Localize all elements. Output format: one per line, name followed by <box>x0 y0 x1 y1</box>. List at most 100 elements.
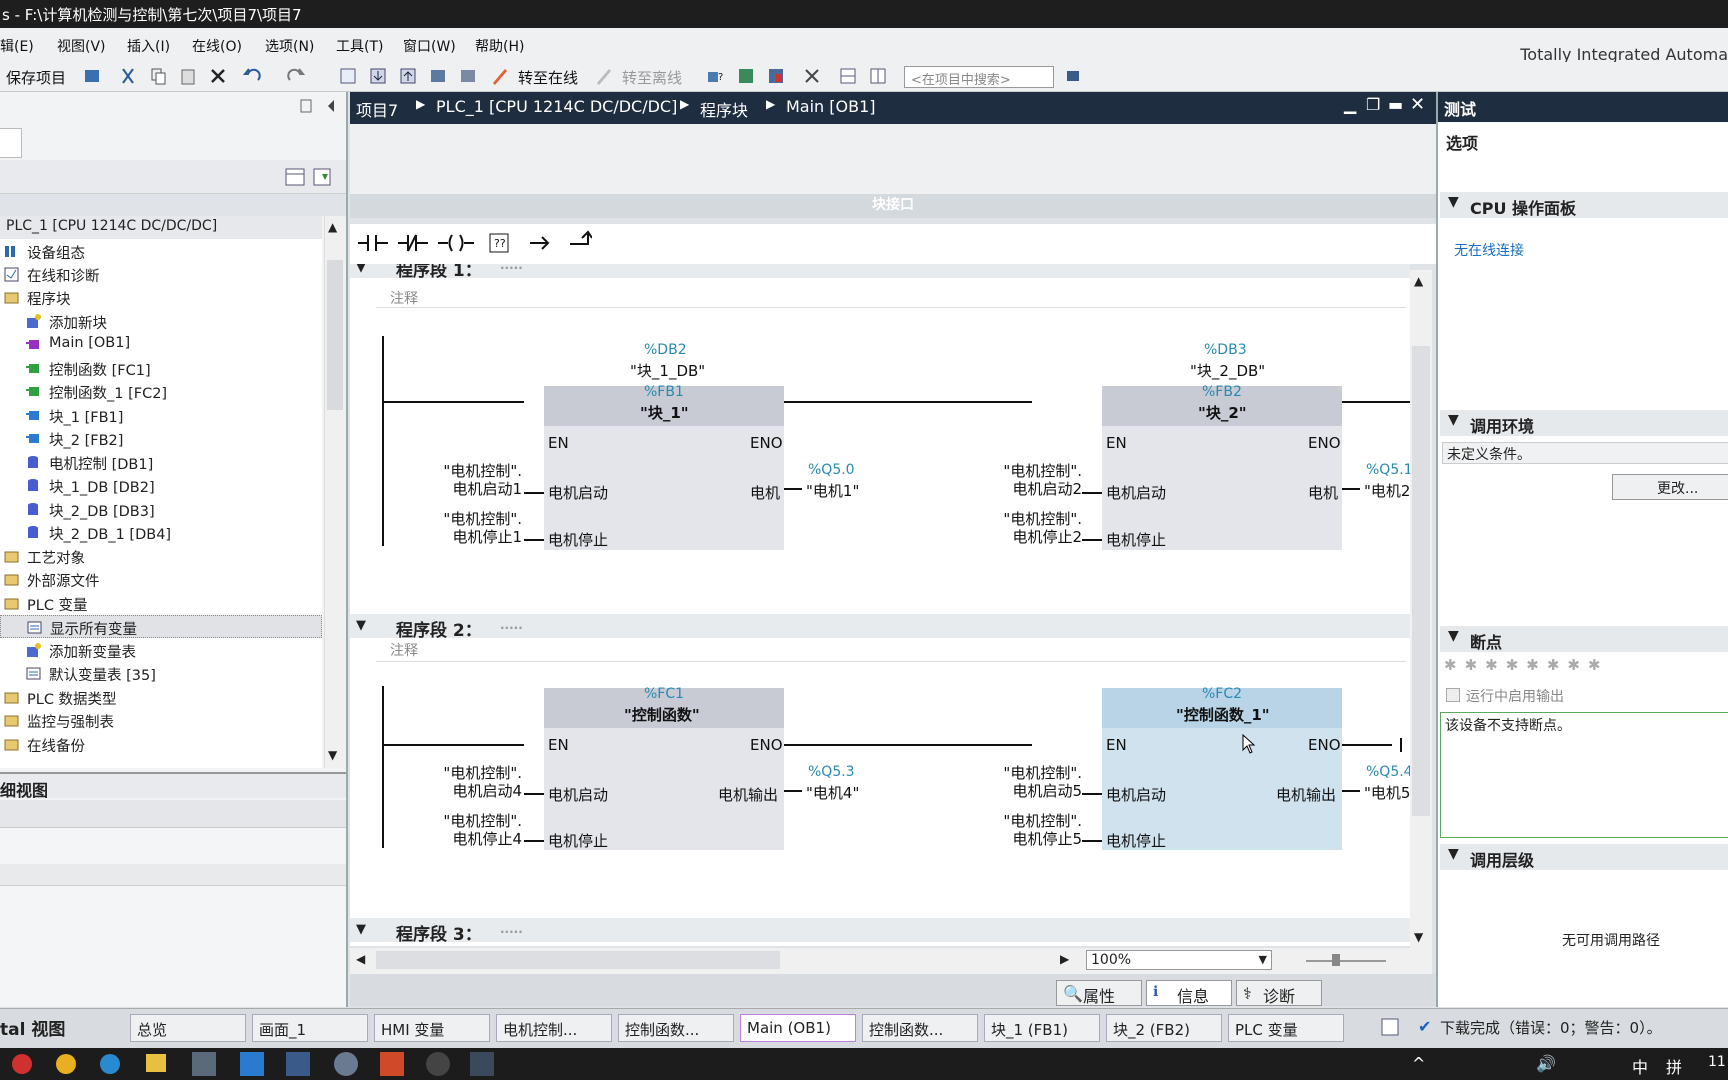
scroll-down-icon[interactable]: ▼ <box>328 748 337 762</box>
tree-item-plc-tags[interactable]: PLC 变量 <box>0 592 322 615</box>
tree-item-db1[interactable]: 电机控制 [DB1] <box>0 451 322 474</box>
ime-mode[interactable]: 中 <box>1632 1054 1648 1078</box>
block-instance-db-name[interactable]: "块_1_DB" <box>630 360 705 381</box>
fb2-block[interactable]: %FB2 "块_2" EN ENO 电机启动 电机停止 电机 <box>1102 384 1342 550</box>
collapse-icon[interactable]: ▼ <box>356 922 366 937</box>
volume-icon[interactable]: 🔊 <box>1536 1054 1556 1073</box>
redo-icon[interactable] <box>286 66 306 86</box>
breadcrumb-plc[interactable]: PLC_1 [CPU 1214C DC/DC/DC] <box>436 97 677 116</box>
coil-icon[interactable] <box>438 232 474 254</box>
tree-item-db2[interactable]: 块_1_DB [DB2] <box>0 474 322 497</box>
start-cpu-icon[interactable] <box>736 66 756 86</box>
accessible-devices-icon[interactable]: ? <box>706 66 726 86</box>
zoom-select[interactable]: 100% ▼ <box>1086 950 1272 970</box>
menu-options[interactable]: 选项(N) <box>265 36 314 56</box>
tree-root-plc[interactable]: PLC_1 [CPU 1214C DC/DC/DC] <box>0 216 322 239</box>
no-online-link[interactable]: 无在线连接 <box>1454 240 1524 260</box>
compile-icon[interactable] <box>338 66 358 86</box>
app-icon-11[interactable] <box>470 1052 494 1076</box>
network-1-header[interactable]: ▼ 程序段 1： ..... <box>350 264 1410 281</box>
tree-item-external-sources[interactable]: 外部源文件 <box>0 568 322 591</box>
editor-tab-main[interactable]: Main (OB1) <box>740 1014 856 1042</box>
tree-item-add-block[interactable]: 添加新块 <box>0 310 322 333</box>
block-interface-toggle[interactable]: 块接口 <box>350 194 1436 218</box>
table-view-icon[interactable] <box>284 166 306 188</box>
app-icon-1[interactable] <box>12 1054 32 1074</box>
tree-scroll-thumb[interactable] <box>327 260 343 410</box>
minimize-icon[interactable]: ▁ <box>1344 95 1356 114</box>
portal-view-button[interactable]: tal 视图 <box>0 1015 65 1040</box>
clock[interactable]: 11 <box>1708 1054 1726 1070</box>
menu-window[interactable]: 窗口(W) <box>403 36 456 56</box>
editor-tab-fb2[interactable]: 块_2 (FB2) <box>1106 1014 1222 1042</box>
enable-output-checkbox[interactable] <box>1446 688 1460 702</box>
tree-item-fc1[interactable]: 控制函数 [FC1] <box>0 357 322 380</box>
editor-tab-screen1[interactable]: 画面_1 <box>252 1014 368 1042</box>
input-operand[interactable]: 电机启动5 <box>970 780 1082 801</box>
menu-help[interactable]: 帮助(H) <box>475 36 524 56</box>
app-icon-10[interactable] <box>426 1052 450 1076</box>
output-operand[interactable]: "电机2 <box>1364 480 1410 501</box>
tree-item-add-tag-table[interactable]: 添加新变量表 <box>0 639 322 662</box>
breadcrumb-main[interactable]: Main [OB1] <box>786 97 876 116</box>
tree-item-device-config[interactable]: 设备组态 <box>0 240 322 263</box>
editor-tab-hmi-tags[interactable]: HMI 变量 <box>374 1014 490 1042</box>
tree-item-db4[interactable]: 块_2_DB_1 [DB4] <box>0 521 322 544</box>
scroll-up-icon[interactable]: ▲ <box>1414 274 1423 288</box>
input-operand[interactable]: 电机停止1 <box>410 526 522 547</box>
editor-tab-fb1[interactable]: 块_1 (FB1) <box>984 1014 1100 1042</box>
menu-view[interactable]: 视图(V) <box>57 36 106 56</box>
network-2-header[interactable]: ▼ 程序段 2： ..... <box>350 614 1410 641</box>
split-horizontal-icon[interactable] <box>838 66 858 86</box>
collapse-icon[interactable]: ▼ <box>356 618 366 633</box>
editor-horizontal-scrollbar[interactable]: ◀ ▶ 100% ▼ <box>350 948 1432 974</box>
tree-item-tech-objects[interactable]: 工艺对象 <box>0 545 322 568</box>
go-offline-button[interactable]: 转至离线 <box>622 67 682 88</box>
simulate-icon[interactable] <box>458 66 478 86</box>
stop-cpu-icon[interactable] <box>766 66 786 86</box>
editor-scroll-thumb[interactable] <box>1412 346 1430 816</box>
editor-tab-fc1[interactable]: 控制函数... <box>618 1014 734 1042</box>
go-offline-icon[interactable] <box>594 66 614 86</box>
open-branch-icon[interactable] <box>528 232 552 254</box>
breadcrumb-project[interactable]: 项目7 <box>356 97 398 121</box>
browser-icon[interactable] <box>100 1054 120 1074</box>
zoom-slider[interactable] <box>1306 960 1386 962</box>
delete-icon[interactable] <box>208 66 228 86</box>
app-icon-8[interactable] <box>334 1052 358 1076</box>
network-2-comment[interactable]: 注释 <box>376 640 1406 662</box>
collapse-icon[interactable]: ▼ <box>356 264 366 275</box>
input-operand[interactable]: 电机停止2 <box>970 526 1082 547</box>
menu-insert[interactable]: 插入(I) <box>127 36 170 56</box>
tree-item-online-backups[interactable]: 在线备份 <box>0 733 322 756</box>
zoom-slider-thumb[interactable] <box>1332 954 1340 966</box>
print-icon[interactable] <box>82 66 102 86</box>
cross-reference-icon[interactable] <box>802 66 822 86</box>
tree-item-show-all-tags[interactable]: 显示所有变量 <box>0 615 322 638</box>
app-icon-6[interactable] <box>240 1052 264 1076</box>
download-icon[interactable] <box>368 66 388 86</box>
tree-item-watch-force[interactable]: 监控与强制表 <box>0 709 322 732</box>
tree-item-program-blocks[interactable]: 程序块 <box>0 286 322 309</box>
fc1-block[interactable]: %FC1 "控制函数" EN ENO 电机启动 电机停止 电机输出 <box>544 686 784 850</box>
menu-edit[interactable]: 辑(E) <box>0 36 34 56</box>
detail-view-header[interactable]: 细视图 <box>0 772 346 800</box>
tab-diagnostics[interactable]: ⚕ 诊断 <box>1236 980 1322 1006</box>
cpu-panel-section[interactable]: ▼ CPU 操作面板 <box>1440 192 1728 218</box>
menu-online[interactable]: 在线(O) <box>192 36 242 56</box>
editor-tab-plc-tags[interactable]: PLC 变量 <box>1228 1014 1344 1042</box>
chrome-icon[interactable] <box>56 1054 76 1074</box>
close-branch-icon[interactable] <box>568 230 592 252</box>
device-icon[interactable] <box>428 66 448 86</box>
block-instance-db-name[interactable]: "块_2_DB" <box>1190 360 1265 381</box>
tab-list-icon[interactable] <box>1380 1017 1400 1037</box>
scroll-right-icon[interactable]: ▶ <box>1060 952 1069 966</box>
output-operand[interactable]: "电机1" <box>806 480 859 501</box>
output-operand[interactable]: "电机4" <box>806 782 859 803</box>
go-online-icon[interactable] <box>490 66 510 86</box>
upload-icon[interactable] <box>398 66 418 86</box>
tia-portal-icon[interactable] <box>192 1052 216 1076</box>
empty-box-icon[interactable]: ?? <box>488 232 510 254</box>
tray-expand-icon[interactable]: ^ <box>1412 1054 1425 1073</box>
cut-icon[interactable] <box>118 66 138 86</box>
